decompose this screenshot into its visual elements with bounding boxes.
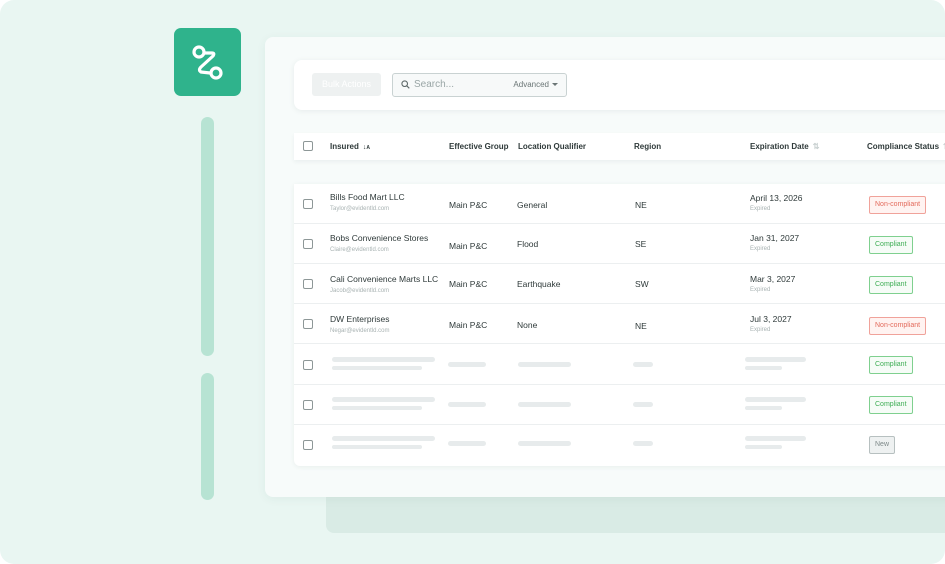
status-badge: Non-compliant <box>869 317 927 335</box>
location-qualifier: Flood <box>517 239 539 249</box>
column-region[interactable]: Region <box>634 142 661 151</box>
skeleton-bar <box>332 406 422 410</box>
table-row[interactable]: Bobs Convenience Stores Claire@evidentld… <box>294 224 945 264</box>
column-compliance-status[interactable]: Compliance Status⇅ <box>867 142 945 151</box>
expiration-note: Expired <box>750 287 771 293</box>
skeleton-bar <box>745 357 806 362</box>
location-qualifier: Earthquake <box>517 279 561 289</box>
bulk-actions-button[interactable]: Bulk Actions <box>312 73 381 96</box>
skeleton-bar <box>633 402 653 407</box>
insured-email: Claire@evidentld.com <box>330 247 389 253</box>
region: SW <box>635 279 649 289</box>
column-location-qualifier[interactable]: Location Qualifier <box>518 142 586 151</box>
skeleton-bar <box>518 362 571 367</box>
location-qualifier: General <box>517 200 548 210</box>
effective-group: Main P&C <box>449 200 488 210</box>
sort-az-icon[interactable]: ↓A <box>363 144 370 151</box>
region: SE <box>635 239 647 249</box>
column-expiration-date-label: Expiration Date <box>750 142 809 151</box>
skeleton-bar <box>332 366 422 370</box>
insured-name: Cali Convenience Marts LLC <box>330 274 439 284</box>
insured-email: Jacob@evidentld.com <box>330 288 390 294</box>
search-placeholder: Search... <box>414 79 455 90</box>
row-checkbox[interactable] <box>303 400 313 410</box>
insured-email: Negar@evidentld.com <box>330 328 390 334</box>
row-checkbox[interactable] <box>303 279 313 289</box>
route-icon <box>192 45 223 80</box>
expiration-date: Mar 3, 2027 <box>750 274 796 284</box>
skeleton-bar <box>448 402 486 407</box>
toolbar: Bulk Actions Search... Advanced <box>294 60 945 110</box>
column-insured-label: Insured <box>330 142 359 151</box>
column-insured[interactable]: Insured ↓A <box>330 142 370 151</box>
insured-name: Bobs Convenience Stores <box>330 233 429 243</box>
skeleton-bar <box>332 436 435 441</box>
table-row[interactable]: DW Enterprises Negar@evidentld.com Main … <box>294 304 945 344</box>
column-compliance-status-label: Compliance Status <box>867 142 940 151</box>
table-row-placeholder[interactable]: Compliant <box>294 345 945 385</box>
expiration-note: Expired <box>750 327 771 333</box>
expiration-note: Expired <box>750 246 771 252</box>
skeleton-bar <box>633 362 653 367</box>
expiration-date: Jan 31, 2027 <box>750 233 800 243</box>
status-badge: New <box>869 436 896 454</box>
sidebar-rail-bottom <box>201 373 214 500</box>
effective-group: Main P&C <box>449 320 488 330</box>
skeleton-bar <box>518 441 571 446</box>
table-body: Bills Food Mart LLC Taylor@evidentld.com… <box>294 184 945 466</box>
search-input[interactable]: Search... Advanced <box>392 73 567 97</box>
table-row-placeholder[interactable]: Compliant <box>294 385 945 425</box>
skeleton-bar <box>332 445 422 449</box>
advanced-search-dropdown[interactable]: Advanced <box>513 80 558 89</box>
table-header: Insured ↓A Effective Group Location Quali… <box>294 133 945 160</box>
insured-email: Taylor@evidentld.com <box>330 206 390 212</box>
column-effective-group[interactable]: Effective Group <box>449 142 509 151</box>
skeleton-bar <box>518 402 571 407</box>
chevron-down-icon <box>552 83 558 86</box>
column-expiration-date[interactable]: Expiration Date ⇅ <box>750 142 819 151</box>
app-frame: Bulk Actions Search... Advanced Insured ↓… <box>0 0 945 564</box>
region: NE <box>635 321 647 331</box>
insured-name: Bills Food Mart LLC <box>330 192 405 202</box>
row-checkbox[interactable] <box>303 440 313 450</box>
table-row-placeholder[interactable]: New <box>294 425 945 465</box>
sort-icon[interactable]: ⇅ <box>813 142 820 151</box>
row-checkbox[interactable] <box>303 239 313 249</box>
table-row[interactable]: Bills Food Mart LLC Taylor@evidentld.com… <box>294 184 945 224</box>
region: NE <box>635 200 647 210</box>
skeleton-bar <box>745 445 782 449</box>
skeleton-bar <box>332 397 435 402</box>
expiration-date: April 13, 2026 <box>750 193 803 203</box>
effective-group: Main P&C <box>449 279 488 289</box>
skeleton-bar <box>745 397 806 402</box>
app-logo[interactable] <box>174 28 241 96</box>
status-badge: Compliant <box>869 276 913 294</box>
skeleton-bar <box>745 406 782 410</box>
skeleton-bar <box>745 436 806 441</box>
select-all-checkbox[interactable] <box>303 141 313 151</box>
table-row[interactable]: Cali Convenience Marts LLC Jacob@evident… <box>294 264 945 304</box>
row-checkbox[interactable] <box>303 319 313 329</box>
status-badge: Non-compliant <box>869 196 927 214</box>
sidebar-rail-top <box>201 117 214 356</box>
skeleton-bar <box>633 441 653 446</box>
row-checkbox[interactable] <box>303 199 313 209</box>
row-checkbox[interactable] <box>303 360 313 370</box>
status-badge: Compliant <box>869 396 913 414</box>
status-badge: Compliant <box>869 236 913 254</box>
effective-group: Main P&C <box>449 241 488 251</box>
skeleton-bar <box>448 441 486 446</box>
skeleton-bar <box>448 362 486 367</box>
expiration-date: Jul 3, 2027 <box>750 314 792 324</box>
advanced-label: Advanced <box>513 80 549 89</box>
location-qualifier: None <box>517 320 538 330</box>
skeleton-bar <box>332 357 435 362</box>
insured-name: DW Enterprises <box>330 314 390 324</box>
status-badge: Compliant <box>869 356 913 374</box>
expiration-note: Expired <box>750 206 771 212</box>
search-icon <box>401 80 410 89</box>
skeleton-bar <box>745 366 782 370</box>
